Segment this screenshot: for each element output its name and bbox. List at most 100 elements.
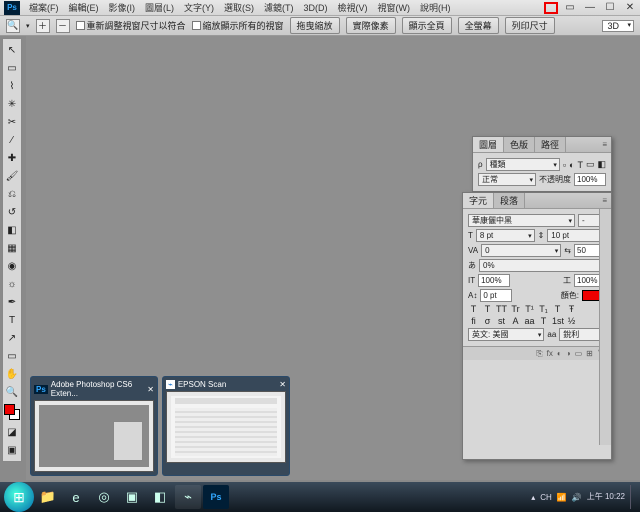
menu-layer[interactable]: 圖層(L)	[140, 1, 179, 14]
filter-img-icon[interactable]: ▫	[563, 160, 566, 170]
eyedropper-tool[interactable]: ⁄	[4, 132, 20, 148]
tb-explorer-icon[interactable]: 📁	[35, 485, 61, 509]
ot-swash[interactable]: st	[496, 316, 507, 326]
switcher-app-epson[interactable]: ⌁EPSON Scan✕	[162, 376, 290, 476]
type-tool[interactable]: T	[4, 312, 20, 328]
chk-zoom-all[interactable]: 縮放顯示所有的視窗	[192, 19, 284, 32]
menu-help[interactable]: 說明(H)	[415, 1, 456, 14]
heal-tool[interactable]: ✚	[4, 150, 20, 166]
new-icon[interactable]: ⊞	[586, 349, 593, 358]
shape-tool[interactable]: ▭	[4, 348, 20, 364]
tray-clock[interactable]: 上午 10:22	[587, 493, 625, 502]
style-caps[interactable]: TT	[496, 304, 507, 314]
style-super[interactable]: T¹	[524, 304, 535, 314]
menu-type[interactable]: 文字(Y)	[179, 1, 219, 14]
style-smallcaps[interactable]: Tr	[510, 304, 521, 314]
mask-icon[interactable]: ◐	[557, 349, 562, 358]
filter-adj-icon[interactable]: ◐	[569, 160, 574, 170]
tb-ie-icon[interactable]: e	[63, 485, 89, 509]
style-sub[interactable]: T₁	[538, 304, 549, 314]
minimize-icon[interactable]: —	[580, 2, 600, 13]
btn-scrubby[interactable]: 拖曳縮放	[290, 17, 340, 34]
folder-icon[interactable]: ▭	[575, 349, 583, 358]
blur-tool[interactable]: ◉	[4, 258, 20, 274]
style-italic[interactable]: T	[482, 304, 493, 314]
panel-scrollbar[interactable]	[599, 209, 611, 445]
btn-actual[interactable]: 實際像素	[346, 17, 396, 34]
font-size[interactable]: 8 pt	[476, 229, 535, 242]
ot-ordinal[interactable]: T	[538, 316, 549, 326]
zoom-out-icon[interactable]: －	[56, 19, 70, 33]
stamp-tool[interactable]: ⎌	[4, 186, 20, 202]
font-family[interactable]: 華康儷中黑	[468, 214, 575, 227]
scale-h[interactable]: 100%	[478, 274, 510, 287]
fx-icon[interactable]: fx	[547, 349, 553, 358]
panel-menu-icon[interactable]: ≡	[602, 196, 607, 205]
close-icon[interactable]: ✕	[620, 2, 640, 13]
start-button[interactable]: ⊞	[4, 482, 34, 512]
screenmode-tool[interactable]: ▣	[4, 442, 20, 458]
leading[interactable]: 10 pt	[547, 229, 606, 242]
marquee-tool[interactable]: ▭	[4, 60, 20, 76]
style-underline[interactable]: T	[552, 304, 563, 314]
tab-character[interactable]: 字元	[463, 193, 494, 208]
panel-menu-icon[interactable]: ≡	[602, 140, 607, 149]
switcher-app-ps[interactable]: PsAdobe Photoshop CS6 Exten...✕	[30, 376, 158, 476]
tab-paragraph[interactable]: 段落	[494, 193, 525, 208]
filter-kind[interactable]: 種類	[486, 158, 560, 171]
tb-epson-icon[interactable]: ⌁	[175, 485, 201, 509]
pen-tool[interactable]: ✒	[4, 294, 20, 310]
brush-tool[interactable]: 🖌	[4, 168, 20, 184]
tb-app2-icon[interactable]: ▣	[119, 485, 145, 509]
zoom-tool-icon[interactable]: 🔍	[6, 19, 20, 33]
btn-print[interactable]: 列印尺寸	[505, 17, 555, 34]
menu-edit[interactable]: 編輯(E)	[64, 1, 104, 14]
menu-filter[interactable]: 濾鏡(T)	[259, 1, 299, 14]
adjust-icon[interactable]: ◑	[566, 349, 571, 358]
menu-3d[interactable]: 3D(D)	[299, 3, 333, 13]
wand-tool[interactable]: ✳	[4, 96, 20, 112]
zoom-tool[interactable]: 🔍	[4, 384, 20, 400]
style-bold[interactable]: T	[468, 304, 479, 314]
blend-mode[interactable]: 正常	[478, 173, 536, 186]
filter-type-icon[interactable]: T	[577, 160, 583, 170]
menu-file[interactable]: 檔案(F)	[24, 1, 64, 14]
pct-field[interactable]: 0%	[479, 259, 606, 272]
lasso-tool[interactable]: ⌇	[4, 78, 20, 94]
ot-alt[interactable]: σ	[482, 316, 493, 326]
quickmask-tool[interactable]: ◪	[4, 424, 20, 440]
history-brush-tool[interactable]: ↺	[4, 204, 20, 220]
ot-frac[interactable]: 1st	[552, 316, 563, 326]
tb-app1-icon[interactable]: ◎	[91, 485, 117, 509]
chevron-down-icon[interactable]: ▾	[26, 22, 30, 30]
close-icon[interactable]: ✕	[279, 380, 286, 389]
color-swatch[interactable]	[4, 404, 20, 420]
style-strike[interactable]: Ŧ	[566, 304, 577, 314]
ot-liga[interactable]: fi	[468, 316, 479, 326]
ot-half[interactable]: ½	[566, 316, 577, 326]
zoom-in-icon[interactable]: ＋	[36, 19, 50, 33]
tab-layers[interactable]: 圖層	[473, 137, 504, 152]
chk-resize-window[interactable]: 重新調整視窗尺寸以符合	[76, 19, 186, 32]
baseline-shift[interactable]: 0 pt	[480, 289, 512, 302]
crop-tool[interactable]: ✂	[4, 114, 20, 130]
menu-view[interactable]: 檢視(V)	[333, 1, 373, 14]
dodge-tool[interactable]: ☼	[4, 276, 20, 292]
btn-fit[interactable]: 顯示全頁	[402, 17, 452, 34]
filter-shape-icon[interactable]: ▭	[586, 159, 595, 170]
lang-select[interactable]: 英文: 美國	[468, 328, 544, 341]
tracking[interactable]: 0	[481, 244, 561, 257]
tb-ps-icon[interactable]: Ps	[203, 485, 229, 509]
ot-titling[interactable]: A	[510, 316, 521, 326]
opacity-field[interactable]: 100%	[574, 173, 606, 186]
show-desktop[interactable]	[630, 485, 636, 509]
menu-select[interactable]: 選取(S)	[219, 1, 259, 14]
link-icon[interactable]: ⎘	[536, 349, 542, 359]
filter-smart-icon[interactable]: ◧	[597, 159, 606, 170]
tray-vol-icon[interactable]: 🔊	[572, 493, 582, 502]
menu-image[interactable]: 影像(I)	[104, 1, 141, 14]
ot-stylistic[interactable]: aa	[524, 316, 535, 326]
tab-channels[interactable]: 色版	[504, 137, 535, 152]
doc-restore-icon[interactable]: ▭	[560, 2, 580, 13]
hand-tool[interactable]: ✋	[4, 366, 20, 382]
